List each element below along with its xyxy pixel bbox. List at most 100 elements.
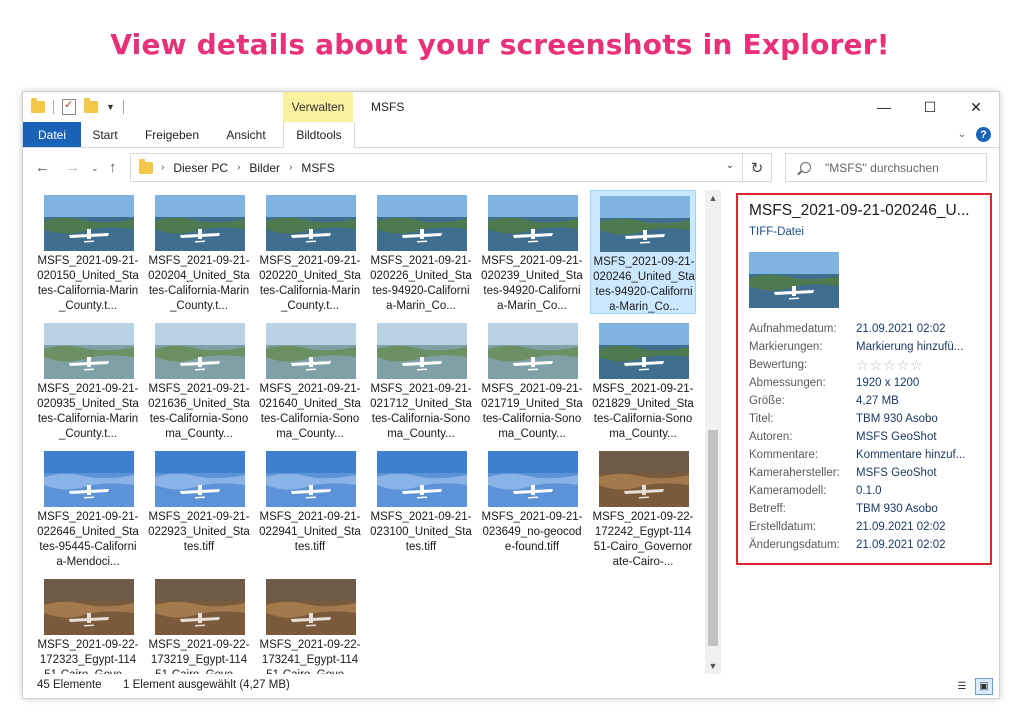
file-thumbnail (599, 323, 689, 379)
file-item[interactable]: MSFS_2021-09-21-021719_United_States-Cal… (479, 318, 585, 442)
minimize-button[interactable]: — (861, 92, 907, 122)
file-name: MSFS_2021-09-22-173219_Egypt-11451-Cairo… (148, 639, 250, 674)
property-label: Änderungsdatum: (749, 539, 840, 551)
property-label: Autoren: (749, 431, 793, 443)
property-value[interactable]: 21.09.2021 02:02 (856, 323, 981, 335)
context-tab-group-manage: Verwalten (283, 92, 353, 122)
property-row: Betreff: TBM 930 Asobo (749, 500, 989, 518)
breadcrumb-bilder[interactable]: Bilder (249, 161, 280, 175)
property-row: Aufnahmedatum: 21.09.2021 02:02 (749, 320, 989, 338)
large-icons-view-icon[interactable]: ▣ (975, 678, 993, 695)
file-name: MSFS_2021-09-21-021719_United_States-Cal… (481, 383, 583, 440)
property-value[interactable]: 0.1.0 (856, 485, 981, 497)
file-item[interactable]: MSFS_2021-09-22-172242_Egypt-11451-Cairo… (590, 446, 696, 570)
breadcrumb-separator-icon[interactable]: › (237, 162, 240, 173)
properties-icon[interactable] (62, 98, 76, 115)
file-item[interactable]: MSFS_2021-09-22-173241_Egypt-11451-Cairo… (257, 574, 363, 674)
tab-freigeben[interactable]: Freigeben (135, 122, 209, 147)
file-item[interactable]: MSFS_2021-09-21-020226_United_States-949… (368, 190, 474, 314)
file-thumbnail (44, 323, 134, 379)
address-dropdown-icon[interactable]: ⌄ (726, 160, 734, 171)
help-icon[interactable]: ? (976, 127, 991, 142)
search-input[interactable] (822, 159, 986, 176)
file-item[interactable]: MSFS_2021-09-21-020150_United_States-Cal… (35, 190, 141, 314)
file-thumbnail (155, 451, 245, 507)
file-item[interactable]: MSFS_2021-09-22-173219_Egypt-11451-Cairo… (146, 574, 252, 674)
folder-icon (31, 98, 45, 113)
property-value[interactable]: 21.09.2021 02:02 (856, 521, 981, 533)
property-row: Erstelldatum: 21.09.2021 02:02 (749, 518, 989, 536)
address-bar[interactable]: › Dieser PC › Bilder › MSFS ⌄ (130, 153, 743, 182)
new-folder-icon[interactable] (84, 98, 98, 113)
status-bar: 45 Elemente 1 Element ausgewählt (4,27 M… (23, 676, 999, 698)
file-name: MSFS_2021-09-21-020220_United_States-Cal… (259, 255, 361, 312)
refresh-icon[interactable]: ↻ (743, 153, 772, 182)
property-label: Kameramodell: (749, 485, 827, 497)
file-item[interactable]: MSFS_2021-09-21-023100_United_States.tif… (368, 446, 474, 570)
vertical-scrollbar[interactable]: ▲ ▼ (705, 190, 721, 674)
file-thumbnail (600, 196, 690, 252)
file-item[interactable]: MSFS_2021-09-22-172323_Egypt-11451-Cairo… (35, 574, 141, 674)
file-item[interactable]: MSFS_2021-09-21-023649_no-geocode-found.… (479, 446, 585, 570)
breadcrumb-separator-icon[interactable]: › (161, 162, 164, 173)
file-thumbnail (377, 451, 467, 507)
file-item[interactable]: MSFS_2021-09-21-020220_United_States-Cal… (257, 190, 363, 314)
file-name: MSFS_2021-09-21-023100_United_States.tif… (370, 511, 472, 553)
property-value[interactable]: Markierung hinzufü... (856, 341, 981, 353)
customize-toolbar-chevron-icon[interactable]: ▼ (106, 102, 115, 112)
file-thumbnail (44, 195, 134, 251)
file-item[interactable]: MSFS_2021-09-21-020935_United_States-Cal… (35, 318, 141, 442)
file-item[interactable]: MSFS_2021-09-21-021829_United_States-Cal… (590, 318, 696, 442)
up-arrow-icon[interactable]: ↑ (109, 159, 117, 176)
file-item[interactable]: MSFS_2021-09-21-021712_United_States-Cal… (368, 318, 474, 442)
collapse-ribbon-icon[interactable]: ⌄ (958, 129, 966, 140)
property-value[interactable]: MSFS GeoShot (856, 467, 981, 479)
file-item[interactable]: MSFS_2021-09-21-021640_United_States-Cal… (257, 318, 363, 442)
details-view-icon[interactable]: ☰ (953, 678, 971, 695)
property-value[interactable]: 1920 x 1200 (856, 377, 981, 389)
tab-ansicht[interactable]: Ansicht (215, 122, 277, 147)
file-thumbnail (377, 195, 467, 251)
file-name: MSFS_2021-09-21-022923_United_States.tif… (148, 511, 250, 553)
breadcrumb-separator-icon[interactable]: › (289, 162, 292, 173)
property-value[interactable]: 21.09.2021 02:02 (856, 539, 981, 551)
rating-stars[interactable]: ☆☆☆☆☆ (856, 357, 981, 374)
property-value[interactable]: 4,27 MB (856, 395, 981, 407)
file-name: MSFS_2021-09-21-023649_no-geocode-found.… (481, 511, 583, 553)
property-row: Abmessungen: 1920 x 1200 (749, 374, 989, 392)
explorer-window: ▼ Verwalten MSFS — ☐ ✕ Datei Start Freig… (23, 92, 999, 698)
property-value[interactable]: TBM 930 Asobo (856, 503, 981, 515)
property-value[interactable]: Kommentare hinzuf... (856, 449, 981, 461)
breadcrumb-msfs[interactable]: MSFS (301, 161, 334, 175)
selection-info: 1 Element ausgewählt (4,27 MB) (123, 679, 290, 691)
back-arrow-icon[interactable]: ← (35, 159, 50, 176)
breadcrumb-dieser-pc[interactable]: Dieser PC (173, 161, 228, 175)
file-item[interactable]: MSFS_2021-09-21-022923_United_States.tif… (146, 446, 252, 570)
scroll-down-icon[interactable]: ▼ (705, 658, 721, 674)
property-row: Autoren: MSFS GeoShot (749, 428, 989, 446)
maximize-button[interactable]: ☐ (907, 92, 953, 122)
file-name: MSFS_2021-09-22-172323_Egypt-11451-Cairo… (37, 639, 139, 674)
details-file-type: TIFF-Datei (749, 226, 804, 238)
file-item[interactable]: MSFS_2021-09-21-020239_United_States-949… (479, 190, 585, 314)
file-thumbnail (155, 323, 245, 379)
property-row: Titel: TBM 930 Asobo (749, 410, 989, 428)
property-row: Kameramodell: 0.1.0 (749, 482, 989, 500)
close-button[interactable]: ✕ (953, 92, 999, 122)
property-value[interactable]: MSFS GeoShot (856, 431, 981, 443)
forward-arrow-icon[interactable]: → (65, 159, 80, 176)
recent-locations-chevron-icon[interactable]: ⌄ (91, 163, 99, 174)
tab-bildtools[interactable]: Bildtools (283, 122, 355, 148)
file-item[interactable]: MSFS_2021-09-21-021636_United_States-Cal… (146, 318, 252, 442)
property-value[interactable]: TBM 930 Asobo (856, 413, 981, 425)
search-box[interactable] (785, 153, 987, 182)
file-item[interactable]: MSFS_2021-09-21-022941_United_States.tif… (257, 446, 363, 570)
file-item[interactable]: MSFS_2021-09-21-022646_United_States-954… (35, 446, 141, 570)
file-thumbnail (44, 451, 134, 507)
file-item[interactable]: MSFS_2021-09-21-020204_United_States-Cal… (146, 190, 252, 314)
tab-datei[interactable]: Datei (23, 122, 81, 147)
scroll-up-icon[interactable]: ▲ (705, 190, 721, 206)
scrollbar-thumb[interactable] (708, 430, 718, 646)
tab-start[interactable]: Start (81, 122, 129, 147)
file-item[interactable]: MSFS_2021-09-21-020246_United_States-949… (590, 190, 696, 314)
